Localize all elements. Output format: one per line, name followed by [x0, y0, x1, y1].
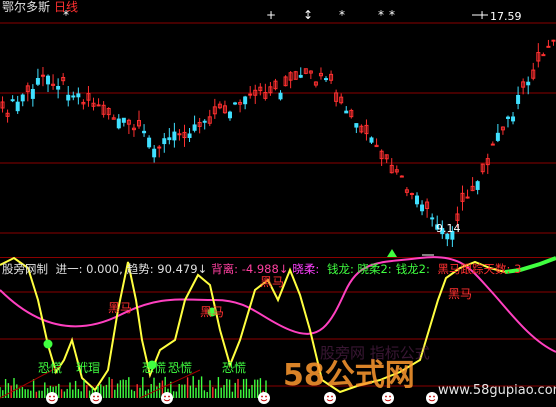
- indicator-field: 钱龙2:: [395, 262, 434, 276]
- candle-body: [369, 137, 374, 143]
- stock-name: 鄂尔多斯: [2, 0, 51, 14]
- signal-marker: *: [389, 8, 395, 22]
- candle-body: [248, 93, 253, 96]
- candle-body: [546, 45, 551, 48]
- indicator-field: 背离: -4.988↓: [211, 262, 289, 276]
- candle-body: [495, 132, 500, 141]
- candle-body: [278, 92, 283, 100]
- candle-body: [415, 195, 419, 205]
- candle-body: [192, 124, 197, 131]
- candle-body: [344, 110, 349, 114]
- candle-body: [10, 99, 15, 102]
- candle-body: [66, 94, 71, 101]
- candle-body: [56, 85, 61, 90]
- candle-body: [71, 95, 76, 98]
- candle-body: [167, 137, 172, 141]
- candle-body: [475, 181, 480, 190]
- low-price-label: 9.14: [436, 222, 461, 235]
- candle-body: [20, 94, 25, 102]
- candle-body: [30, 88, 35, 99]
- chart-title: 鄂尔多斯 日线: [2, 0, 78, 14]
- candle-body: [172, 131, 177, 141]
- candle-body: [298, 74, 303, 78]
- indicator-field: 晓柔:: [292, 262, 323, 276]
- indicator-name: 股旁网制: [2, 262, 48, 276]
- candle-body: [202, 120, 207, 123]
- candlestick-chart[interactable]: * + ↕ * * * +17.599.14: [0, 0, 556, 258]
- candle-body: [541, 54, 546, 57]
- signal-marker: *: [378, 8, 384, 22]
- indicator-field: 钱龙: 晓柔2:: [326, 262, 392, 276]
- candle-body: [147, 137, 152, 148]
- candle-body: [526, 81, 531, 86]
- candle-body: [420, 204, 425, 212]
- candle-body: [121, 117, 126, 123]
- period-label: 日线: [54, 0, 79, 14]
- candle-body: [465, 196, 470, 199]
- indicator-field: 进一: 0.000,: [55, 262, 123, 276]
- candle-body: [233, 102, 238, 105]
- candle-body: [516, 94, 521, 104]
- candle-body: [142, 130, 147, 134]
- candlestick-pane[interactable]: * + ↕ * * * +17.59 9.14: [0, 0, 556, 258]
- candle-body: [177, 133, 182, 136]
- candle-body: [430, 217, 435, 220]
- indicator-field: 黑马跟踪天数: 3: [437, 262, 522, 276]
- candle-body: [15, 101, 20, 112]
- candle-body: [35, 77, 40, 85]
- candle-body: [187, 133, 192, 138]
- indicator-pane[interactable]: [0, 258, 556, 407]
- candle-body: [354, 123, 359, 128]
- candle-body: [227, 111, 232, 119]
- candle-body: [511, 116, 516, 122]
- indicator-header: 股旁网制 进一: 0.000, 趋势: 90.479↓ 背离: -4.988↓ 晓柔:…: [2, 262, 529, 276]
- indicator-fields: 进一: 0.000, 趋势: 90.479↓ 背离: -4.988↓ 晓柔: 钱龙: …: [56, 262, 526, 276]
- candle-body: [116, 118, 121, 129]
- signal-marker: ↕: [303, 8, 313, 22]
- candle-body: [490, 143, 495, 146]
- candle-body: [152, 148, 157, 158]
- candle-body: [551, 39, 556, 42]
- candle-body: [399, 175, 404, 178]
- buy-arrow-icon: [387, 249, 397, 257]
- candle-body: [324, 78, 329, 81]
- candle-body: [162, 138, 167, 145]
- candle-body: [505, 116, 510, 119]
- candle-body: [46, 75, 51, 85]
- indicator-field: 趋势: 90.479↓: [126, 262, 208, 276]
- candle-body: [157, 146, 162, 149]
- high-price-label: 17.59: [490, 10, 522, 23]
- candle-body: [243, 96, 248, 105]
- candle-body: [76, 93, 81, 98]
- signal-marker: +: [266, 8, 276, 22]
- signal-marker: *: [339, 8, 345, 22]
- candle-body: [96, 104, 101, 107]
